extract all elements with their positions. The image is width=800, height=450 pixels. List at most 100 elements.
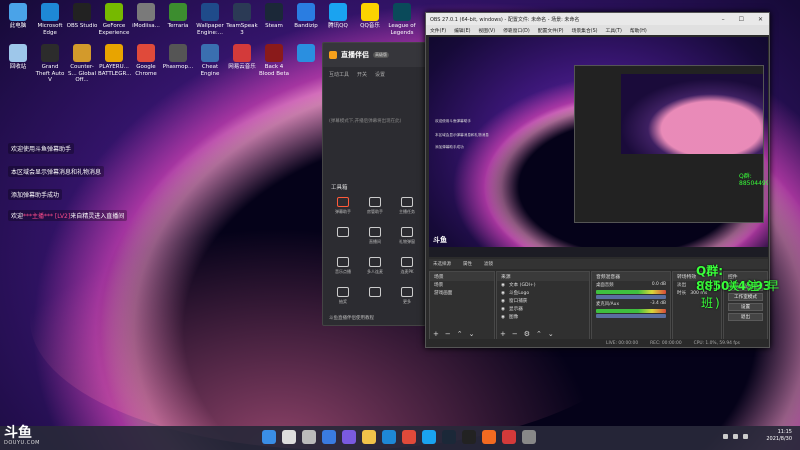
- menu-item[interactable]: 视图(V): [478, 27, 495, 34]
- desktop-icon[interactable]: Cheat Engine: [194, 44, 226, 77]
- desktop-icon[interactable]: 网易云音乐: [226, 44, 258, 71]
- toolbox-item[interactable]: 音乐点播: [329, 257, 357, 275]
- eye-icon[interactable]: ◉: [501, 307, 505, 312]
- battery-icon[interactable]: [743, 434, 748, 439]
- source-item[interactable]: ◉ 斗鱼Logo: [497, 289, 589, 297]
- menu-item[interactable]: 文件(F): [430, 27, 446, 34]
- eye-icon[interactable]: ◉: [501, 315, 505, 320]
- toolbox-item[interactable]: 主播任务: [393, 197, 421, 215]
- desktop-icon[interactable]: Google Chrome: [130, 44, 162, 77]
- add-icon[interactable]: +: [500, 330, 506, 338]
- remove-icon[interactable]: −: [445, 330, 451, 338]
- desktop-icon[interactable]: Wallpaper Engine:...: [194, 3, 226, 36]
- desktop-icon[interactable]: 回收站: [2, 44, 34, 71]
- edge-icon[interactable]: [382, 430, 396, 444]
- obs-icon[interactable]: [462, 430, 476, 444]
- source-item[interactable]: ◉ 窗口捕获: [497, 297, 589, 305]
- desktop-icon[interactable]: GeForce Experience: [98, 3, 130, 36]
- helper-tab[interactable]: 开关: [357, 71, 367, 78]
- desktop-icon[interactable]: Counter-S... Global Off...: [66, 44, 98, 84]
- tool-label: 直播间: [369, 239, 381, 244]
- gta-icon: [41, 44, 59, 62]
- toolbox-item[interactable]: 多人连麦: [361, 257, 389, 275]
- obs-preview[interactable]: 欢迎使用斗鱼弹幕助手 本区域会显示弹幕消息和礼物消息 添加弹幕助手成功 Q群: …: [429, 37, 768, 257]
- add-icon[interactable]: +: [433, 330, 439, 338]
- desktop-icon[interactable]: Steam: [258, 3, 290, 30]
- properties-button[interactable]: 属性: [463, 261, 472, 267]
- toolbox-item[interactable]: 房管助手: [361, 197, 389, 215]
- close-icon[interactable]: ✕: [758, 16, 763, 23]
- helper-footer[interactable]: 斗鱼直播伴侣使用教程: [329, 315, 374, 321]
- source-item[interactable]: ◉ 图像: [497, 313, 589, 321]
- desktop-icon[interactable]: 此电脑: [2, 3, 34, 30]
- tool-label: 房管助手: [367, 209, 383, 214]
- chrome-icon[interactable]: [402, 430, 416, 444]
- menu-item[interactable]: 帮助(H): [630, 27, 647, 34]
- maximize-icon[interactable]: ☐: [739, 16, 744, 23]
- desktop-icon[interactable]: [290, 44, 322, 64]
- start-icon[interactable]: [262, 430, 276, 444]
- explorer-icon[interactable]: [362, 430, 376, 444]
- menu-item[interactable]: 场景集合(S): [572, 27, 598, 34]
- toolbox-item[interactable]: 更多: [393, 287, 421, 305]
- menu-item[interactable]: 配置文件(P): [538, 27, 564, 34]
- gear-icon[interactable]: ⚙: [524, 330, 530, 338]
- clock[interactable]: 11:15 2021/8/30: [766, 429, 792, 443]
- toolbox-item[interactable]: 抽奖: [329, 287, 357, 305]
- chat-icon[interactable]: [342, 430, 356, 444]
- volume-slider[interactable]: [596, 295, 666, 299]
- douyu-logo: 斗鱼: [4, 425, 32, 441]
- source-item[interactable]: ◉ 显示器: [497, 305, 589, 313]
- desktop-icon[interactable]: QQ音乐: [354, 3, 386, 30]
- desktop-icon[interactable]: OBS Studio: [66, 3, 98, 30]
- up-icon[interactable]: ⌃: [536, 330, 542, 338]
- volume-meter: [596, 290, 666, 294]
- desktop-icon[interactable]: Back 4 Blood Beta: [258, 44, 290, 77]
- toolbox-item[interactable]: 弹幕助手: [329, 197, 357, 215]
- desktop-icon[interactable]: Terraria: [162, 3, 194, 30]
- qq-icon[interactable]: [422, 430, 436, 444]
- menu-item[interactable]: 工具(T): [606, 27, 622, 34]
- desktop-icon[interactable]: PLAYERU... BATTLEGR...: [98, 44, 131, 77]
- network-icon[interactable]: [723, 434, 728, 439]
- helper-tab[interactable]: 互动工具: [329, 71, 349, 78]
- task-view-icon[interactable]: [302, 430, 316, 444]
- volume-icon[interactable]: [733, 434, 738, 439]
- filters-button[interactable]: 滤镜: [484, 261, 493, 267]
- desktop-icon[interactable]: TeamSpeak 3: [226, 3, 258, 36]
- up-icon[interactable]: ⌃: [457, 330, 463, 338]
- desktop-icon[interactable]: iModiisa...: [130, 3, 162, 30]
- exit-button[interactable]: 退出: [728, 313, 763, 321]
- volume-slider[interactable]: [596, 314, 666, 318]
- source-item[interactable]: ◉ 文本 (GDI+): [497, 281, 589, 289]
- widgets-icon[interactable]: [322, 430, 336, 444]
- menu-item[interactable]: 停靠窗口(D): [503, 27, 530, 34]
- music-icon[interactable]: [502, 430, 516, 444]
- toolbox-item[interactable]: 直播间: [361, 227, 389, 245]
- desktop-icon[interactable]: Grand Theft Auto V: [34, 44, 66, 84]
- scene-item[interactable]: 游戏画面: [430, 289, 494, 297]
- scene-item[interactable]: 场景: [430, 281, 494, 289]
- toolbox-item[interactable]: 连麦PK: [393, 257, 421, 275]
- down-icon[interactable]: ⌄: [548, 330, 554, 338]
- douyu-icon[interactable]: [482, 430, 496, 444]
- toolbox-item[interactable]: 礼物弹窗: [393, 227, 421, 245]
- toolbox-item[interactable]: [329, 227, 357, 239]
- remove-icon[interactable]: −: [512, 330, 518, 338]
- desktop-icon[interactable]: Microsoft Edge: [34, 3, 66, 36]
- eye-icon[interactable]: ◉: [501, 291, 505, 296]
- toolbox-item[interactable]: [361, 287, 389, 299]
- search-icon[interactable]: [282, 430, 296, 444]
- minimize-icon[interactable]: –: [722, 16, 725, 23]
- down-icon[interactable]: ⌄: [469, 330, 475, 338]
- steam-icon[interactable]: [442, 430, 456, 444]
- settings-icon[interactable]: [522, 430, 536, 444]
- helper-tab[interactable]: 设置: [375, 71, 385, 78]
- eye-icon[interactable]: ◉: [501, 299, 505, 304]
- menu-item[interactable]: 编辑(E): [454, 27, 470, 34]
- eye-icon[interactable]: ◉: [501, 283, 505, 288]
- desktop-icon[interactable]: Phasmop...: [162, 44, 194, 71]
- desktop-icon[interactable]: League of Legends: [386, 3, 418, 36]
- desktop-icon[interactable]: 腾讯QQ: [322, 3, 354, 30]
- desktop-icon[interactable]: Bandizip: [290, 3, 322, 30]
